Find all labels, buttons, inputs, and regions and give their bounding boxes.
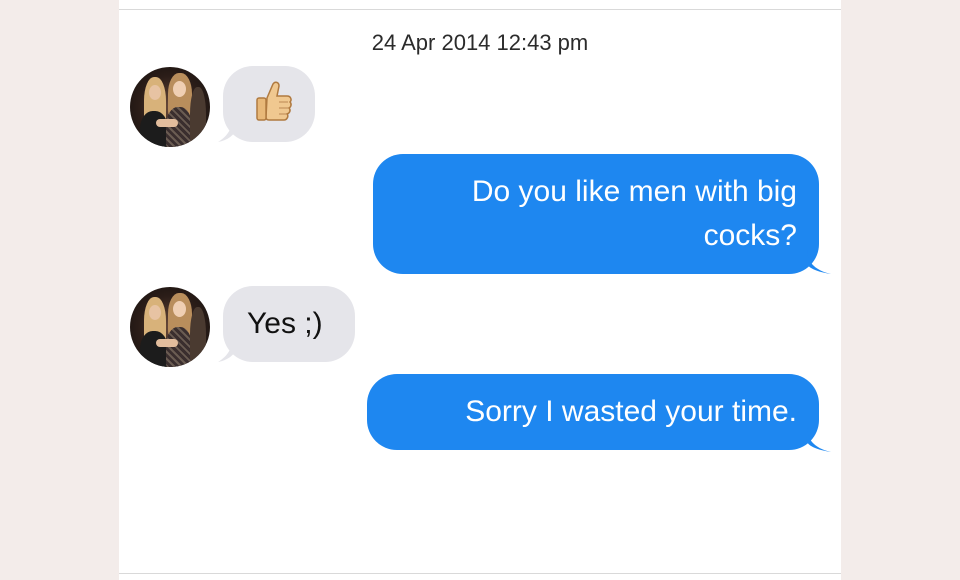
contact-avatar[interactable] bbox=[130, 287, 210, 367]
message-text-line: cocks? bbox=[703, 219, 797, 252]
incoming-message[interactable]: Yes ;) bbox=[223, 286, 355, 362]
outgoing-message[interactable]: Sorry I wasted your time. bbox=[367, 374, 819, 450]
message-text-line: Do you like men with big bbox=[471, 175, 797, 208]
message-text: Yes ;) bbox=[247, 307, 323, 340]
outgoing-message[interactable]: Do you like men with big cocks? bbox=[373, 154, 819, 274]
message-thread: 24 Apr 2014 12:43 pm Do you like men wit… bbox=[119, 0, 841, 580]
incoming-message-emoji[interactable] bbox=[223, 66, 315, 142]
message-timestamp: 24 Apr 2014 12:43 pm bbox=[371, 30, 589, 55]
message-text: Sorry I wasted your time. bbox=[465, 395, 797, 428]
bottom-divider bbox=[119, 573, 841, 574]
top-divider bbox=[119, 9, 841, 10]
contact-avatar[interactable] bbox=[130, 67, 210, 147]
thumbs-up-icon bbox=[256, 81, 292, 121]
bubble-tail bbox=[807, 428, 831, 452]
bubble-tail bbox=[807, 250, 831, 274]
